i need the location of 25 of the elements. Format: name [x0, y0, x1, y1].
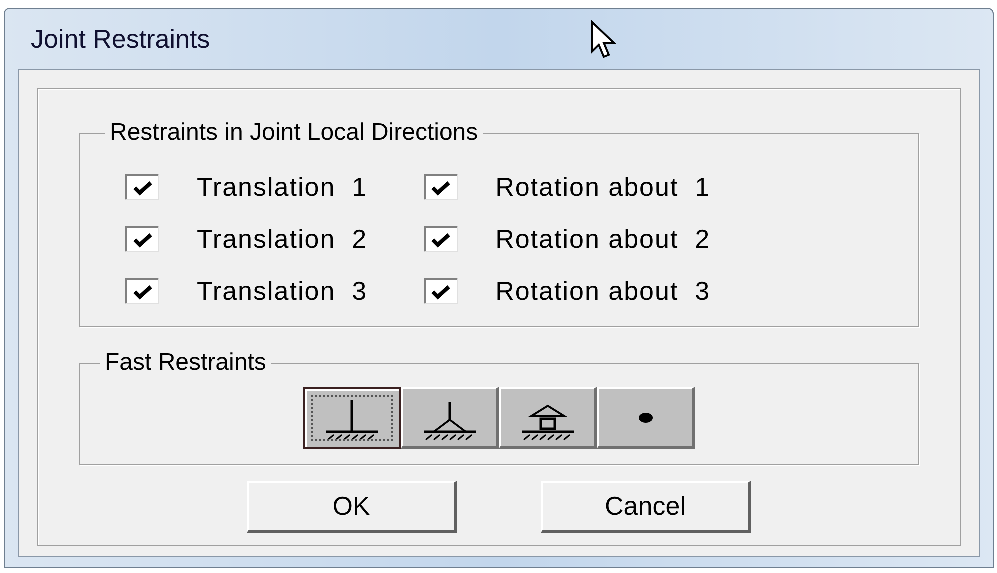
- check-icon: [132, 180, 152, 196]
- check-icon: [132, 232, 152, 248]
- checkbox-label: Rotation about 1: [496, 170, 711, 204]
- checkbox[interactable]: [424, 226, 458, 252]
- window-title: Joint Restraints: [31, 22, 210, 56]
- dialog-button[interactable]: OK: [247, 481, 457, 533]
- checkbox-label: Translation 2: [197, 222, 368, 256]
- check-icon: [431, 232, 452, 248]
- checkbox[interactable]: [125, 174, 159, 200]
- checkbox[interactable]: [424, 174, 458, 200]
- checkbox-label: Rotation about 2: [496, 222, 711, 256]
- dot-icon: [638, 412, 654, 424]
- check-icon: [431, 284, 452, 300]
- checkbox-label: Rotation about 3: [496, 274, 711, 308]
- checkbox[interactable]: [125, 278, 159, 304]
- restraint-button[interactable]: [303, 387, 401, 449]
- group-title: Restraints in Joint Local Directions: [109, 118, 480, 148]
- checkbox-label: Translation 3: [197, 274, 368, 308]
- checkbox[interactable]: [125, 226, 159, 252]
- group-title: Fast Restraints: [104, 348, 268, 378]
- checkbox-label: Translation 1: [197, 170, 368, 204]
- check-icon: [431, 180, 452, 196]
- checkbox[interactable]: [424, 278, 458, 304]
- check-icon: [132, 284, 152, 300]
- dialog-button[interactable]: Cancel: [541, 481, 751, 533]
